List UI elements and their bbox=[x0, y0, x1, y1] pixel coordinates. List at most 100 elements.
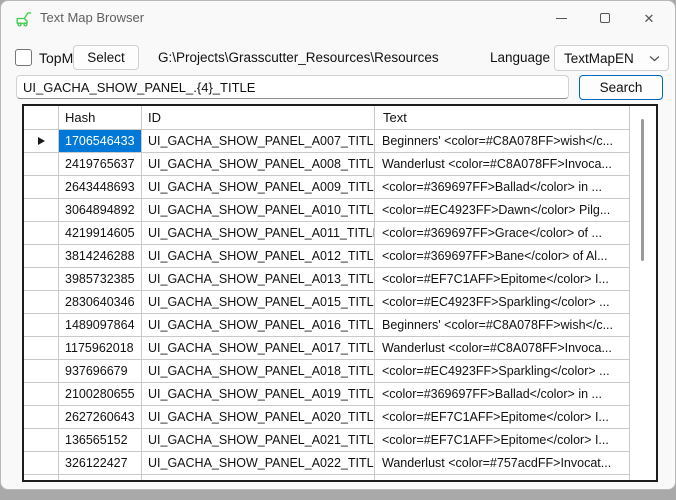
id-cell[interactable]: UI_GACHA_SHOW_PANEL_A010_TITLE bbox=[142, 199, 375, 222]
column-header-hash[interactable]: Hash bbox=[59, 106, 142, 130]
table-row[interactable]: 1489097864UI_GACHA_SHOW_PANEL_A016_TITLE… bbox=[24, 314, 656, 337]
id-cell[interactable]: UI_GACHA_SHOW_PANEL_A022_TITLE bbox=[142, 452, 375, 475]
selected-row-marker-icon bbox=[38, 137, 45, 145]
topmost-checkbox[interactable] bbox=[15, 49, 32, 66]
id-cell[interactable]: UI_GACHA_SHOW_PANEL_A019_TITLE bbox=[142, 383, 375, 406]
id-cell[interactable]: UI_GACHA_SHOW_PANEL_A017_TITLE bbox=[142, 337, 375, 360]
id-cell[interactable]: UI_GACHA_SHOW_PANEL_A018_TITLE bbox=[142, 360, 375, 383]
title-bar: Text Map Browser ✕ bbox=[1, 1, 675, 35]
row-header-cell[interactable] bbox=[24, 475, 59, 482]
column-header-text[interactable]: Text bbox=[375, 106, 630, 130]
hash-cell[interactable]: 3064894892 bbox=[59, 199, 142, 222]
hash-cell[interactable]: 136565152 bbox=[59, 429, 142, 452]
table-row[interactable]: 2100280655UI_GACHA_SHOW_PANEL_A019_TITLE… bbox=[24, 383, 656, 406]
text-cell[interactable]: <color=#EC4923FF>Dawn</color> Pilg... bbox=[375, 199, 630, 222]
row-header-cell[interactable] bbox=[24, 199, 59, 222]
row-header-cell[interactable] bbox=[24, 360, 59, 383]
results-table: Hash ID Text 1706546433UI_GACHA_SHOW_PAN… bbox=[22, 104, 658, 482]
text-cell[interactable]: <color=#369697FF>Ballad</color> in ... bbox=[375, 176, 630, 199]
id-cell[interactable]: UI_GACHA_SHOW_PANEL_A015_TITLE bbox=[142, 291, 375, 314]
text-cell[interactable]: <color=#369697FF>Grace</color> of ... bbox=[375, 222, 630, 245]
column-header-id[interactable]: ID bbox=[142, 106, 375, 130]
row-header-cell[interactable] bbox=[24, 406, 59, 429]
text-cell[interactable] bbox=[375, 475, 630, 482]
text-cell[interactable]: Beginners' <color=#C8A078FF>wish</c... bbox=[375, 130, 630, 153]
table-row[interactable]: 136565152UI_GACHA_SHOW_PANEL_A021_TITLE<… bbox=[24, 429, 656, 452]
row-header-cell[interactable] bbox=[24, 268, 59, 291]
table-row[interactable]: 1706546433UI_GACHA_SHOW_PANEL_A007_TITLE… bbox=[24, 130, 656, 153]
row-header-cell[interactable] bbox=[24, 429, 59, 452]
id-cell[interactable]: UI_GACHA_SHOW_PANEL_A020_TITLE bbox=[142, 406, 375, 429]
hash-cell[interactable]: 2100280655 bbox=[59, 383, 142, 406]
hash-cell[interactable]: 326122427 bbox=[59, 452, 142, 475]
hash-cell[interactable]: 3814246288 bbox=[59, 245, 142, 268]
search-input[interactable] bbox=[16, 75, 569, 99]
hash-cell[interactable]: 2419765637 bbox=[59, 153, 142, 176]
hash-cell[interactable]: 2643448693 bbox=[59, 176, 142, 199]
row-header-cell[interactable] bbox=[24, 153, 59, 176]
row-header-cell[interactable] bbox=[24, 176, 59, 199]
search-button[interactable]: Search bbox=[579, 75, 663, 100]
text-cell[interactable]: Wanderlust <color=#C8A078FF>Invoca... bbox=[375, 153, 630, 176]
row-header-cell[interactable] bbox=[24, 314, 59, 337]
maximize-button[interactable] bbox=[583, 1, 627, 35]
table-row[interactable]: 2419765637UI_GACHA_SHOW_PANEL_A008_TITLE… bbox=[24, 153, 656, 176]
minimize-button[interactable] bbox=[539, 1, 583, 35]
table-row[interactable]: 3814246288UI_GACHA_SHOW_PANEL_A012_TITLE… bbox=[24, 245, 656, 268]
text-cell[interactable]: <color=#EC4923FF>Sparkling</color> ... bbox=[375, 291, 630, 314]
row-header-cell[interactable] bbox=[24, 452, 59, 475]
text-cell[interactable]: <color=#369697FF>Bane</color> of Al... bbox=[375, 245, 630, 268]
hash-cell[interactable]: 937696679 bbox=[59, 360, 142, 383]
table-row[interactable]: 937696679UI_GACHA_SHOW_PANEL_A018_TITLE<… bbox=[24, 360, 656, 383]
table-row[interactable]: 4219914605UI_GACHA_SHOW_PANEL_A011_TITLE… bbox=[24, 222, 656, 245]
text-cell[interactable]: <color=#369697FF>Ballad</color> in ... bbox=[375, 383, 630, 406]
hash-cell[interactable]: 4219914605 bbox=[59, 222, 142, 245]
select-button[interactable]: Select bbox=[73, 45, 139, 70]
row-header-cell[interactable] bbox=[24, 245, 59, 268]
language-select[interactable]: TextMapEN bbox=[554, 45, 669, 71]
id-cell[interactable]: UI_GACHA_SHOW_PANEL_A021_TITLE bbox=[142, 429, 375, 452]
table-row[interactable]: 2643448693UI_GACHA_SHOW_PANEL_A009_TITLE… bbox=[24, 176, 656, 199]
vertical-scrollbar-thumb[interactable] bbox=[641, 119, 644, 261]
hash-cell[interactable]: 3985732385 bbox=[59, 268, 142, 291]
table-row[interactable]: 2627260643UI_GACHA_SHOW_PANEL_A020_TITLE… bbox=[24, 406, 656, 429]
id-cell[interactable]: UI_GACHA_SHOW_PANEL_A007_TITLE bbox=[142, 130, 375, 153]
row-header-cell[interactable] bbox=[24, 291, 59, 314]
id-cell[interactable]: UI_GACHA_SHOW_PANEL_A008_TITLE bbox=[142, 153, 375, 176]
row-header-cell[interactable] bbox=[24, 130, 59, 153]
id-cell[interactable]: UI_GACHA_SHOW_PANEL_A011_TITLE bbox=[142, 222, 375, 245]
table-row[interactable]: 1175962018UI_GACHA_SHOW_PANEL_A017_TITLE… bbox=[24, 337, 656, 360]
text-cell[interactable]: Wanderlust <color=#757acdFF>Invocat... bbox=[375, 452, 630, 475]
language-selected-value: TextMapEN bbox=[564, 51, 634, 66]
maximize-icon bbox=[600, 13, 610, 23]
hash-cell[interactable]: 2830640346 bbox=[59, 291, 142, 314]
text-cell[interactable]: <color=#EF7C1AFF>Epitome</color> I... bbox=[375, 268, 630, 291]
text-cell[interactable]: Wanderlust <color=#C8A078FF>Invoca... bbox=[375, 337, 630, 360]
app-window: Text Map Browser ✕ TopMost Select G:\Pro… bbox=[0, 0, 676, 490]
table-row[interactable]: 3985732385UI_GACHA_SHOW_PANEL_A013_TITLE… bbox=[24, 268, 656, 291]
text-cell[interactable]: Beginners' <color=#C8A078FF>wish</c... bbox=[375, 314, 630, 337]
row-header-cell[interactable] bbox=[24, 222, 59, 245]
id-cell[interactable]: UI_GACHA_SHOW_PANEL_A013_TITLE bbox=[142, 268, 375, 291]
hash-cell[interactable]: 1175962018 bbox=[59, 337, 142, 360]
table-row[interactable]: 326122427UI_GACHA_SHOW_PANEL_A022_TITLEW… bbox=[24, 452, 656, 475]
hash-cell[interactable]: 2627260643 bbox=[59, 406, 142, 429]
text-cell[interactable]: <color=#EF7C1AFF>Epitome</color> I... bbox=[375, 406, 630, 429]
hash-cell[interactable]: 1706546433 bbox=[59, 130, 142, 153]
close-button[interactable]: ✕ bbox=[627, 1, 671, 35]
minimize-icon bbox=[556, 18, 567, 19]
table-row-partial bbox=[24, 475, 656, 482]
id-cell[interactable]: UI_GACHA_SHOW_PANEL_A009_TITLE bbox=[142, 176, 375, 199]
hash-cell[interactable]: 1489097864 bbox=[59, 314, 142, 337]
text-cell[interactable]: <color=#EC4923FF>Sparkling</color> ... bbox=[375, 360, 630, 383]
id-cell[interactable]: UI_GACHA_SHOW_PANEL_A012_TITLE bbox=[142, 245, 375, 268]
row-header-cell[interactable] bbox=[24, 383, 59, 406]
text-cell[interactable]: <color=#EF7C1AFF>Epitome</color> I... bbox=[375, 429, 630, 452]
table-row[interactable]: 3064894892UI_GACHA_SHOW_PANEL_A010_TITLE… bbox=[24, 199, 656, 222]
id-cell[interactable]: UI_GACHA_SHOW_PANEL_A016_TITLE bbox=[142, 314, 375, 337]
table-row[interactable]: 2830640346UI_GACHA_SHOW_PANEL_A015_TITLE… bbox=[24, 291, 656, 314]
table-header-row: Hash ID Text bbox=[24, 106, 656, 130]
row-header-cell[interactable] bbox=[24, 337, 59, 360]
hash-cell[interactable] bbox=[59, 475, 142, 482]
id-cell[interactable] bbox=[142, 475, 375, 482]
